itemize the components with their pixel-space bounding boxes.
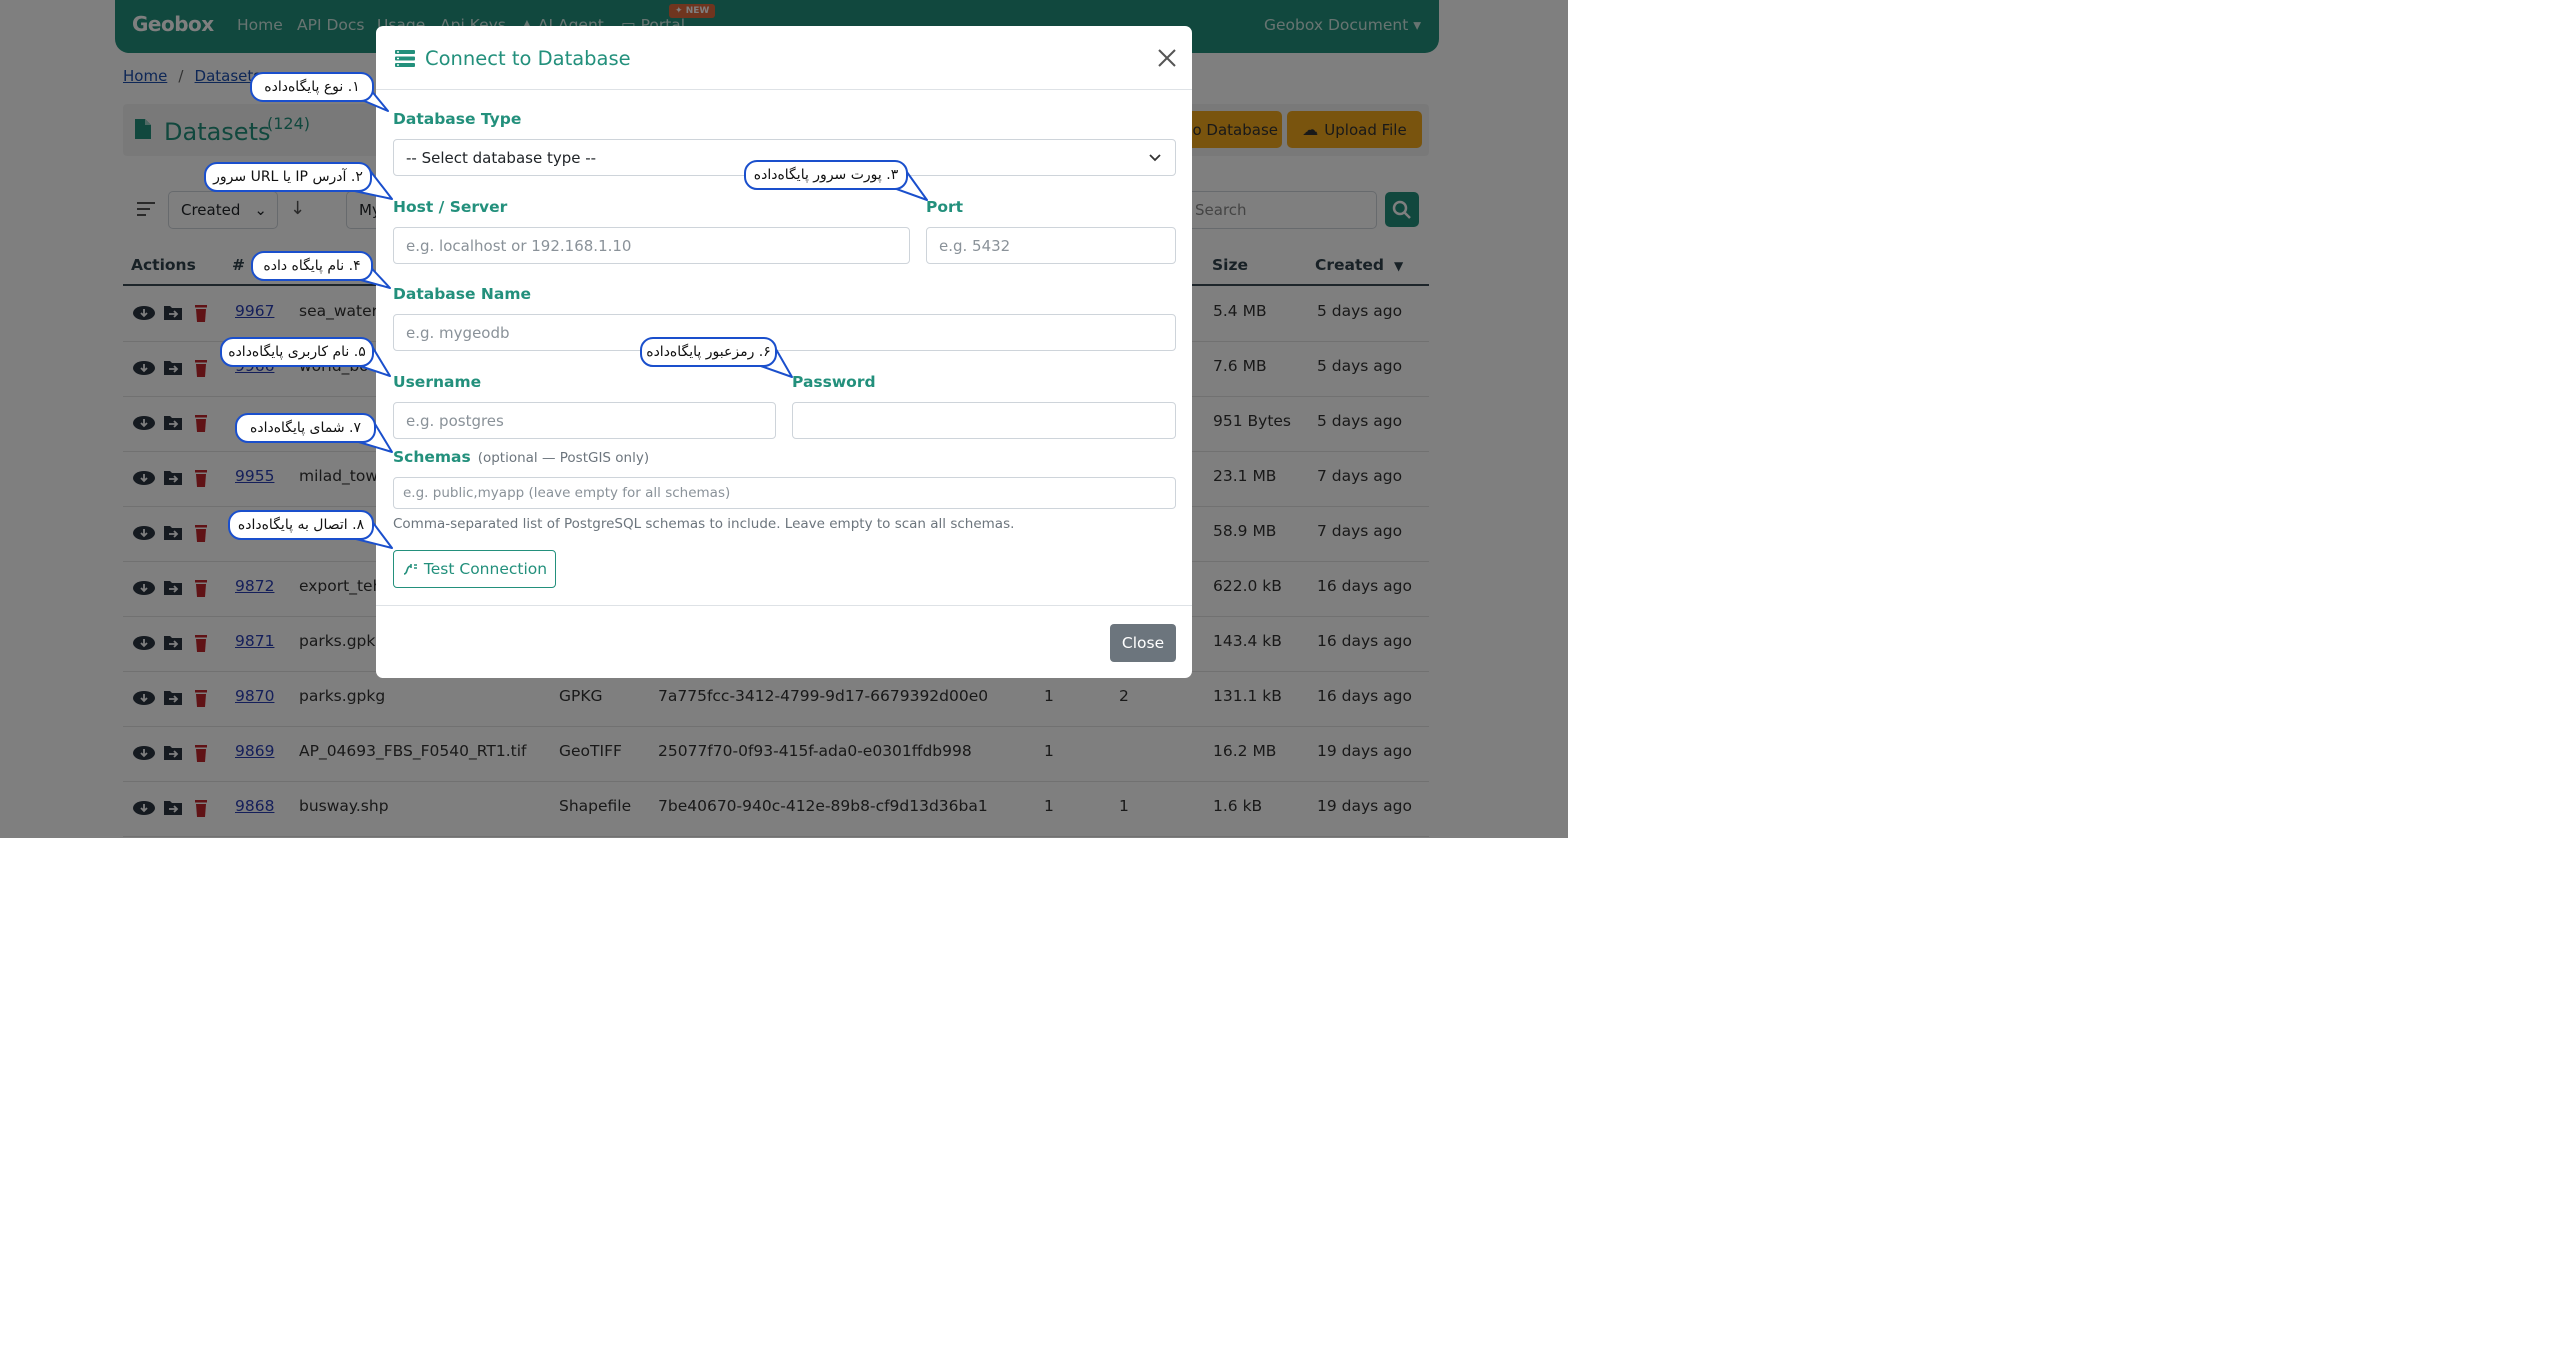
callout-pointers	[349, 88, 928, 549]
callout-password: ۶. رمزعبور پایگاه‌داده	[640, 337, 777, 367]
callout-host-server: ۲. آدرس IP یا URL سرور	[204, 162, 372, 192]
callout-database-type: ۱. نوع پایگاه‌داده	[250, 72, 374, 102]
callout-test-connection: ۸. اتصال به پایگاه‌داده	[228, 510, 374, 540]
callout-username: ۵. نام کاربری پایگاه‌داده	[220, 337, 374, 367]
callout-port: ۳. پورت سرور پایگاه‌داده	[744, 160, 908, 190]
callout-database-name: ۴. نام پایگاه داده	[251, 251, 373, 281]
callout-schemas: ۷. شمای پایگاه‌داده	[235, 413, 376, 443]
